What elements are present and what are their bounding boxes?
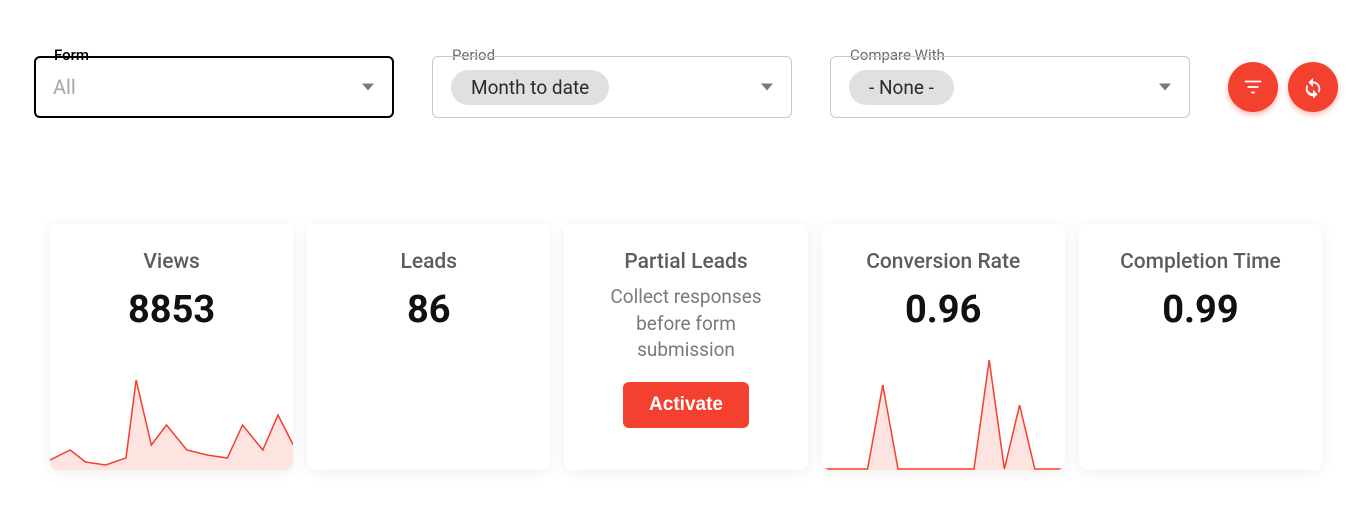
conversion-title: Conversion Rate [866, 250, 1020, 274]
filter-icon [1242, 76, 1264, 98]
compare-select[interactable]: - None - [830, 56, 1190, 118]
views-sparkline [50, 350, 293, 470]
filters-row: Form All Period Month to date Compare Wi… [0, 0, 1372, 118]
period-select-value: Month to date [451, 70, 609, 105]
refresh-icon [1302, 76, 1324, 98]
partial-leads-desc: Collect responses before form submission [564, 284, 807, 364]
conversion-sparkline [822, 350, 1065, 470]
completion-title: Completion Time [1120, 250, 1281, 274]
views-card[interactable]: Views 8853 [50, 224, 293, 470]
views-title: Views [143, 250, 200, 274]
chevron-down-icon [362, 84, 374, 91]
action-buttons [1228, 62, 1338, 112]
leads-title: Leads [401, 250, 458, 274]
period-select[interactable]: Month to date [432, 56, 792, 118]
activate-button[interactable]: Activate [623, 382, 749, 428]
chevron-down-icon [761, 84, 773, 91]
form-select-placeholder: All [53, 75, 76, 99]
completion-value: 0.99 [1162, 288, 1238, 332]
cards-row: Views 8853 Leads 86 Partial Leads Collec… [0, 118, 1372, 470]
leads-card[interactable]: Leads 86 [307, 224, 550, 470]
refresh-button[interactable] [1288, 62, 1338, 112]
compare-select-wrap: Compare With - None - [830, 56, 1190, 118]
completion-card[interactable]: Completion Time 0.99 [1079, 224, 1322, 470]
chevron-down-icon [1159, 84, 1171, 91]
form-select[interactable]: All [34, 56, 394, 118]
form-select-wrap: Form All [34, 56, 394, 118]
conversion-card[interactable]: Conversion Rate 0.96 [822, 224, 1065, 470]
conversion-value: 0.96 [905, 288, 981, 332]
leads-value: 86 [407, 288, 451, 332]
partial-leads-card[interactable]: Partial Leads Collect responses before f… [564, 224, 807, 470]
partial-leads-title: Partial Leads [624, 250, 747, 274]
views-value: 8853 [128, 288, 215, 332]
filter-button[interactable] [1228, 62, 1278, 112]
compare-select-value: - None - [849, 70, 954, 105]
period-select-wrap: Period Month to date [432, 56, 792, 118]
